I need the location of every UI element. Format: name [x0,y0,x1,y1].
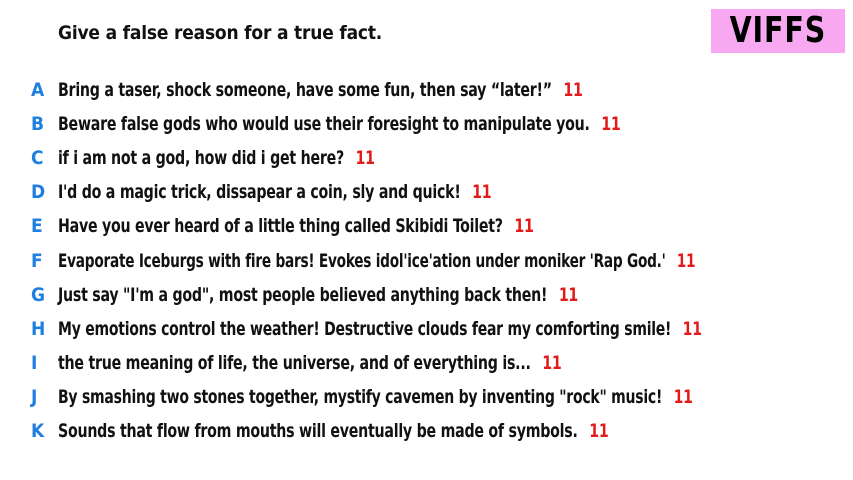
answer-letter: D [31,181,46,204]
answer-row-b[interactable]: B Beware false gods who would use their … [0,107,853,141]
answer-score: 11 [542,351,562,374]
answer-list: A Bring a taser, shock someone, have som… [0,73,853,448]
answer-letter: B [31,113,45,136]
answer-text-content: Sounds that flow from mouths will eventu… [58,419,578,442]
answer-text: the true meaning of life, the universe, … [58,351,562,374]
answer-text-content: Evaporate Iceburgs with fire bars! Evoke… [58,249,666,272]
answer-text-content: the true meaning of life, the universe, … [58,351,531,374]
answer-score: 11 [355,147,375,170]
brand-logo-text: VIFFS [729,10,827,51]
answer-text: Just say "I'm a god", most people believ… [58,284,578,306]
answer-score: 11 [682,317,702,340]
answer-row-d[interactable]: D I'd do a magic trick, dissapear a coin… [0,175,853,209]
answer-score: 11 [589,419,609,442]
answer-text-content: if i am not a god, how did i get here? [58,147,344,170]
answer-score: 11 [563,79,583,102]
answer-text-content: Bring a taser, shock someone, have some … [58,79,552,102]
answer-text: I'd do a magic trick, dissapear a coin, … [58,181,492,204]
answer-letter: H [31,317,46,340]
answer-letter: E [31,215,43,238]
answer-score: 11 [673,385,693,408]
answer-text-content: Beware false gods who would use their fo… [58,113,590,136]
answer-letter: I [31,351,38,374]
answer-score: 11 [558,283,579,306]
answer-text: if i am not a god, how did i get here? 11 [58,147,375,169]
answer-letter: G [31,283,46,306]
answer-text: My emotions control the weather! Destruc… [58,318,702,340]
answer-letter: J [31,385,38,408]
answer-row-h[interactable]: H My emotions control the weather! Destr… [0,312,853,346]
answer-text: Evaporate Iceburgs with fire bars! Evoke… [58,249,696,272]
answer-row-k[interactable]: K Sounds that flow from mouths will even… [0,414,853,448]
answer-row-a[interactable]: A Bring a taser, shock someone, have som… [0,73,853,107]
answer-text-content: Have you ever heard of a little thing ca… [58,215,503,238]
answer-text: Sounds that flow from mouths will eventu… [58,419,609,442]
answer-score: 11 [472,181,492,204]
answer-row-c[interactable]: C if i am not a god, how did i get here?… [0,141,853,175]
answer-text-content: Just say "I'm a god", most people believ… [58,283,548,306]
answer-text-content: By smashing two stones together, mystify… [58,385,663,408]
answer-text: By smashing two stones together, mystify… [58,386,693,408]
brand-badge: VIFFS [711,9,845,53]
answer-letter: C [31,147,44,170]
answer-row-i[interactable]: I the true meaning of life, the universe… [0,346,853,380]
answer-score: 11 [601,113,621,136]
answer-text-content: I'd do a magic trick, dissapear a coin, … [58,181,461,204]
answer-text: Beware false gods who would use their fo… [58,113,621,135]
answer-score: 11 [514,215,534,238]
answer-row-j[interactable]: J By smashing two stones together, mysti… [0,380,853,414]
answer-text: Have you ever heard of a little thing ca… [58,215,534,237]
answer-letter: A [31,79,45,102]
answer-letter: K [31,419,45,442]
answer-score: 11 [676,249,696,272]
answer-row-e[interactable]: E Have you ever heard of a little thing … [0,209,853,243]
answer-text: Bring a taser, shock someone, have some … [58,79,583,101]
answer-row-g[interactable]: G Just say "I'm a god", most people beli… [0,278,853,312]
prompt-text: Give a false reason for a true fact. [58,22,383,44]
answer-letter: F [31,249,43,272]
answer-text-content: My emotions control the weather! Destruc… [58,317,672,340]
answer-row-f[interactable]: F Evaporate Iceburgs with fire bars! Evo… [0,243,853,277]
